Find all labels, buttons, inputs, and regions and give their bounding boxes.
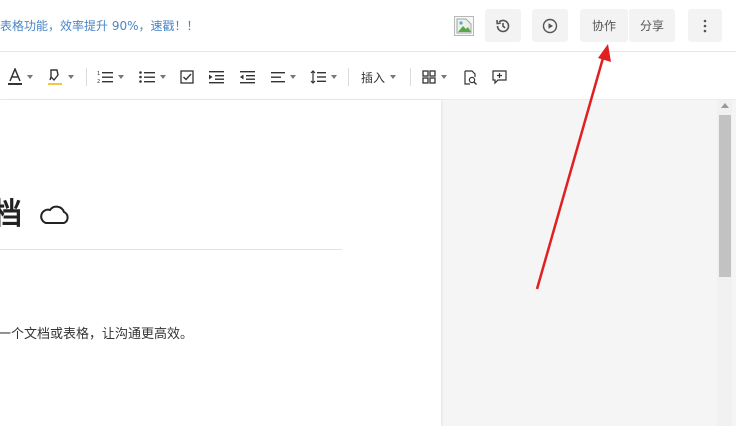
highlight-icon: [47, 68, 63, 86]
comment-button[interactable]: [492, 68, 507, 86]
insert-menu-button[interactable]: 插入: [361, 68, 397, 86]
svg-text:1: 1: [97, 71, 100, 77]
insert-label: 插入: [361, 70, 386, 85]
format-toolbar: 1 2 插入: [0, 53, 736, 100]
top-header: 表格功能，效率提升 90%，速戳！！ 协作 分享: [0, 0, 736, 52]
present-button[interactable]: [532, 9, 568, 42]
history-icon: [494, 17, 512, 35]
font-color-button[interactable]: [8, 68, 33, 86]
checklist-icon: [180, 70, 194, 84]
bullet-list-icon: [139, 70, 155, 84]
indent-button[interactable]: [209, 68, 224, 86]
collaborate-label: 协作: [591, 19, 616, 33]
broken-image-icon: [454, 16, 474, 36]
indent-icon: [209, 70, 224, 84]
scroll-up-arrow-icon[interactable]: [721, 103, 729, 108]
line-height-button[interactable]: [310, 68, 337, 86]
history-button[interactable]: [485, 9, 521, 42]
table-icon: [422, 70, 436, 84]
scrollbar-thumb[interactable]: [719, 115, 731, 277]
table-button[interactable]: [422, 68, 447, 86]
svg-text:2: 2: [97, 79, 100, 84]
bullet-list-button[interactable]: [139, 68, 166, 86]
outdent-icon: [240, 70, 255, 84]
share-label: 分享: [639, 19, 664, 33]
font-color-icon: [8, 68, 22, 86]
find-icon: [463, 69, 477, 85]
more-button[interactable]: [688, 9, 722, 42]
collaborate-button[interactable]: 协作: [580, 9, 628, 42]
find-button[interactable]: [463, 68, 477, 86]
align-icon: [271, 71, 285, 84]
ordered-list-button[interactable]: 1 2: [97, 68, 124, 86]
share-button[interactable]: 分享: [629, 9, 675, 42]
more-vertical-icon: [703, 19, 707, 33]
checklist-button[interactable]: [180, 68, 194, 86]
ordered-list-icon: 1 2: [97, 70, 113, 84]
highlight-button[interactable]: [47, 68, 74, 86]
document-title[interactable]: 档: [0, 195, 22, 235]
document-page[interactable]: [0, 100, 441, 426]
play-circle-icon: [542, 18, 558, 34]
document-body-text[interactable]: 一个文档或表格，让沟通更高效。: [0, 325, 193, 345]
title-divider: [0, 249, 342, 250]
comment-icon: [492, 69, 507, 85]
align-button[interactable]: [271, 68, 296, 86]
line-height-icon: [310, 70, 326, 84]
outdent-button[interactable]: [240, 68, 255, 86]
promo-banner-link[interactable]: 表格功能，效率提升 90%，速戳！！: [0, 17, 199, 35]
cloud-icon: [38, 202, 72, 230]
